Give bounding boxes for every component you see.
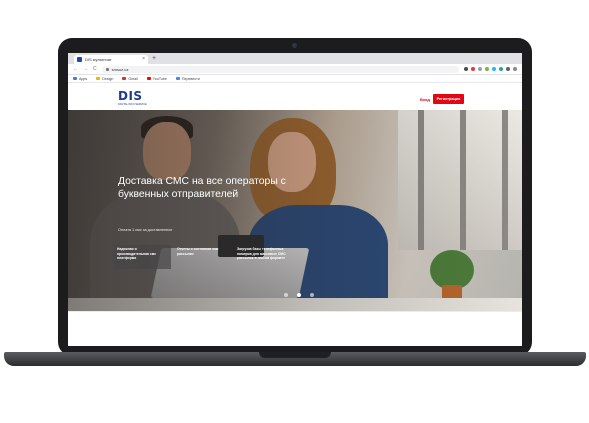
- stage: DIS мультичат × + ← → C smsuz.uz Apps Des…: [0, 0, 589, 423]
- bookmark-label: Design: [102, 76, 114, 81]
- bookmark-label: YouTube: [152, 76, 167, 81]
- bookmark-label: Перевести: [181, 76, 200, 81]
- laptop-lid: DIS мультичат × + ← → C smsuz.uz Apps Des…: [58, 38, 532, 356]
- bookmark-icon: [146, 77, 151, 80]
- site-favicon-icon: [77, 57, 82, 62]
- forward-button[interactable]: →: [83, 66, 88, 72]
- back-button[interactable]: ←: [73, 66, 78, 72]
- bookmark-item[interactable]: Gmail: [122, 76, 138, 81]
- laptop-screen: DIS мультичат × + ← → C smsuz.uz Apps Des…: [68, 53, 522, 346]
- bookmark-icon: [175, 77, 180, 80]
- camera-icon: [292, 43, 297, 48]
- carousel-dot[interactable]: [310, 293, 314, 297]
- bookmark-item[interactable]: Apps: [73, 77, 87, 81]
- extension-icon[interactable]: [492, 67, 496, 71]
- login-link[interactable]: Вход: [420, 97, 430, 102]
- new-tab-button[interactable]: +: [152, 55, 156, 63]
- carousel-dot[interactable]: [284, 293, 288, 297]
- bookmark-label: Apps: [79, 76, 88, 81]
- lock-icon: [105, 67, 109, 71]
- page-content-below: [68, 311, 522, 346]
- hero-subtitle: Оплата 1 смс за доставленное: [118, 228, 173, 232]
- hero-overlay: [68, 110, 522, 311]
- url-input[interactable]: smsuz.uz: [101, 65, 459, 73]
- feature-card-reports[interactable]: Отчеты о состоянии смс рассылки: [174, 245, 231, 269]
- extension-icon[interactable]: [471, 67, 475, 71]
- browser-tab[interactable]: DIS мультичат ×: [74, 55, 148, 64]
- bookmark-icon: [73, 77, 77, 80]
- laptop-base: [4, 352, 586, 366]
- bookmark-icon: [122, 77, 127, 80]
- extension-icon[interactable]: [513, 67, 517, 71]
- bookmark-label: Gmail: [128, 76, 138, 81]
- extension-icon[interactable]: [478, 67, 482, 71]
- hero-title: Доставка СМС на все операторы с буквенны…: [118, 176, 286, 200]
- carousel-dots: [284, 293, 314, 297]
- register-button[interactable]: Регистрация: [433, 94, 464, 104]
- hero-banner: Доставка СМС на все операторы с буквенны…: [68, 110, 522, 311]
- logo-subtitle: DIGITAL INFO SERVICE: [118, 103, 147, 106]
- laptop-notch: [259, 352, 331, 358]
- extensions-area: [464, 67, 517, 71]
- feature-card-upload[interactable]: Загрузка базы телефонных номеров для мас…: [234, 245, 291, 269]
- bookmark-item[interactable]: Design: [96, 77, 113, 81]
- extension-icon[interactable]: [464, 67, 468, 71]
- url-text: smsuz.uz: [111, 66, 129, 72]
- site-logo[interactable]: DIS DIGITAL INFO SERVICE: [118, 90, 152, 106]
- bookmark-icon: [96, 77, 101, 80]
- logo-text: DIS: [118, 89, 143, 103]
- bookmark-item[interactable]: YouTube: [146, 76, 167, 81]
- reload-button[interactable]: C: [93, 66, 97, 72]
- browser-tab-strip: DIS мультичат × +: [68, 53, 522, 64]
- divider: [68, 311, 522, 312]
- tab-close-icon[interactable]: ×: [142, 57, 145, 62]
- bookmarks-bar: Apps Design Gmail YouTube Перевести: [68, 75, 522, 83]
- address-bar: ← → C smsuz.uz: [68, 64, 522, 75]
- tab-title: DIS мультичат: [85, 57, 112, 62]
- extension-icon[interactable]: [499, 67, 503, 71]
- bookmark-item[interactable]: Перевести: [175, 76, 200, 81]
- site-header: DIS DIGITAL INFO SERVICE Вход Регистраци…: [68, 83, 522, 110]
- feature-card-platform[interactable]: Надежная и производительная смс платформ…: [114, 245, 171, 269]
- extension-icon[interactable]: [485, 67, 489, 71]
- extension-icon[interactable]: [506, 67, 510, 71]
- carousel-dot[interactable]: [297, 293, 301, 297]
